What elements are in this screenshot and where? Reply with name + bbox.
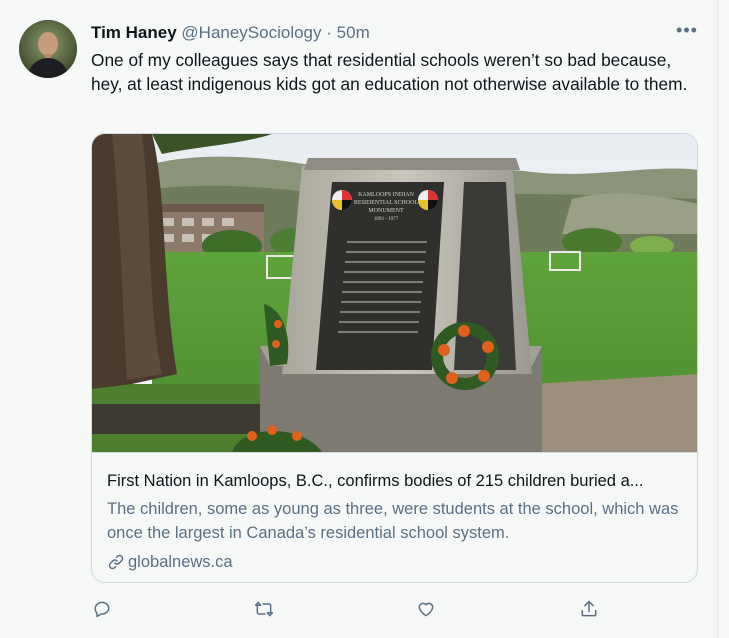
tweet-text: One of my colleagues says that residenti…: [91, 50, 688, 94]
card-title: First Nation in Kamloops, B.C., confirms…: [107, 472, 644, 490]
retweet-icon[interactable]: [251, 596, 277, 622]
reply-icon[interactable]: [89, 596, 115, 622]
card-domain: globalnews.ca: [107, 551, 233, 573]
author-name[interactable]: Tim Haney: [91, 23, 177, 42]
card-domain-text: globalnews.ca: [128, 553, 233, 571]
link-icon: [108, 554, 124, 570]
monument-text-1: KAMLOOPS INDIAN: [358, 192, 415, 198]
tweet-time[interactable]: 50m: [337, 23, 370, 42]
heart-icon[interactable]: [413, 596, 439, 622]
avatar[interactable]: [19, 20, 77, 78]
author-handle[interactable]: @HaneySociology: [181, 23, 321, 42]
card-image[interactable]: KAMLOOPS INDIAN RESIDENTIAL SCHOOL MONUM…: [92, 134, 697, 452]
tweet[interactable]: Tim Haney @HaneySociology · 50m ••• One …: [0, 0, 718, 638]
monument-text-4: 1893 - 1977: [374, 217, 399, 222]
tweet-header: Tim Haney @HaneySociology · 50m: [91, 22, 370, 44]
card-description: The children, some as young as three, we…: [107, 500, 679, 542]
monument-text-2: RESIDENTIAL SCHOOL: [354, 200, 419, 206]
card-body[interactable]: First Nation in Kamloops, B.C., confirms…: [92, 452, 697, 582]
link-card[interactable]: KAMLOOPS INDIAN RESIDENTIAL SCHOOL MONUM…: [91, 133, 698, 583]
separator: ·: [326, 23, 332, 42]
tweet-actions: [0, 596, 718, 624]
share-icon[interactable]: [576, 596, 602, 622]
monument-text-3: MONUMENT: [368, 208, 404, 214]
more-options-icon[interactable]: •••: [672, 20, 702, 44]
